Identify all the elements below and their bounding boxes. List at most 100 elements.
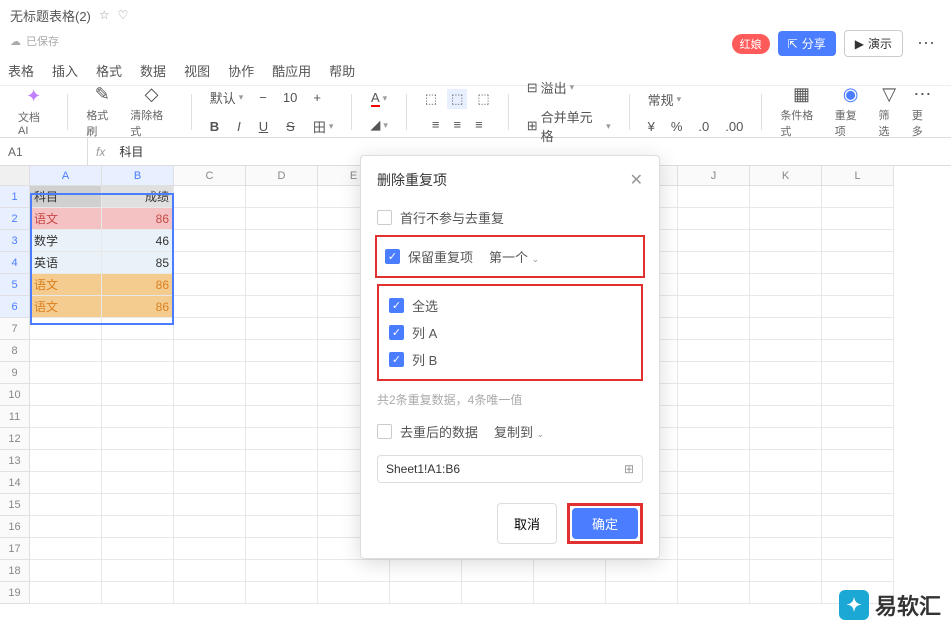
checkbox-col-b[interactable]: ✓ xyxy=(389,352,404,367)
row-header[interactable]: 14 xyxy=(0,472,30,494)
cell[interactable] xyxy=(174,230,246,252)
cell[interactable] xyxy=(174,252,246,274)
row-header[interactable]: 18 xyxy=(0,560,30,582)
dec-inc[interactable]: .0 xyxy=(694,117,713,136)
cell[interactable] xyxy=(750,252,822,274)
cell[interactable] xyxy=(678,296,750,318)
cell[interactable] xyxy=(822,516,894,538)
cell[interactable] xyxy=(102,472,174,494)
keep-select[interactable]: 第一个 ⌄ xyxy=(489,247,539,266)
cell[interactable] xyxy=(606,582,678,604)
cell[interactable] xyxy=(318,582,390,604)
cell[interactable] xyxy=(678,252,750,274)
cell[interactable] xyxy=(678,538,750,560)
cell[interactable] xyxy=(822,252,894,274)
cell[interactable] xyxy=(750,516,822,538)
cell[interactable] xyxy=(174,318,246,340)
cell[interactable] xyxy=(174,450,246,472)
cell[interactable] xyxy=(246,472,318,494)
cell[interactable] xyxy=(822,472,894,494)
cell[interactable] xyxy=(678,384,750,406)
cell[interactable] xyxy=(246,318,318,340)
cell[interactable] xyxy=(534,582,606,604)
cell[interactable] xyxy=(246,296,318,318)
row-header[interactable]: 11 xyxy=(0,406,30,428)
format-brush-button[interactable]: ✎格式刷 xyxy=(82,83,122,141)
cell[interactable] xyxy=(678,186,750,208)
cell[interactable] xyxy=(246,340,318,362)
cell-ref[interactable]: A1 xyxy=(0,138,88,165)
cell[interactable] xyxy=(174,494,246,516)
cell[interactable] xyxy=(30,516,102,538)
cell[interactable] xyxy=(822,186,894,208)
cell[interactable] xyxy=(822,406,894,428)
cell[interactable] xyxy=(678,340,750,362)
cell[interactable] xyxy=(750,340,822,362)
cell[interactable] xyxy=(750,450,822,472)
cell[interactable] xyxy=(822,450,894,472)
cell[interactable] xyxy=(246,186,318,208)
row-header[interactable]: 3 xyxy=(0,230,30,252)
cell[interactable] xyxy=(174,362,246,384)
overflow-button[interactable]: ⊟ 溢出▾ xyxy=(523,76,578,99)
filter-button[interactable]: ▽筛选 xyxy=(875,83,904,141)
fx-icon[interactable]: fx xyxy=(88,145,113,159)
cell[interactable] xyxy=(174,186,246,208)
row-header[interactable]: 9 xyxy=(0,362,30,384)
align-bot[interactable]: ⬚ xyxy=(473,89,493,109)
cancel-button[interactable]: 取消 xyxy=(497,503,557,544)
cell[interactable] xyxy=(390,560,462,582)
size-plus[interactable]: + xyxy=(309,86,325,109)
cell[interactable] xyxy=(750,428,822,450)
cell[interactable] xyxy=(174,406,246,428)
cell[interactable] xyxy=(822,230,894,252)
align-right[interactable]: ≡ xyxy=(471,115,487,134)
row-header[interactable]: 19 xyxy=(0,582,30,604)
more-button[interactable]: ⋯更多 xyxy=(908,83,937,141)
ok-button[interactable]: 确定 xyxy=(572,508,638,539)
cell[interactable] xyxy=(750,494,822,516)
row-header[interactable]: 16 xyxy=(0,516,30,538)
cell[interactable] xyxy=(750,296,822,318)
cell[interactable] xyxy=(246,582,318,604)
menu-help[interactable]: 帮助 xyxy=(329,61,355,80)
menu-insert[interactable]: 插入 xyxy=(52,61,78,80)
cell[interactable] xyxy=(102,538,174,560)
cell[interactable] xyxy=(750,208,822,230)
close-icon[interactable]: ✕ xyxy=(630,170,643,190)
cell[interactable] xyxy=(678,428,750,450)
cell[interactable] xyxy=(246,516,318,538)
docai-button[interactable]: ✦文档AI xyxy=(14,85,53,139)
cell[interactable] xyxy=(174,296,246,318)
row-header[interactable]: 8 xyxy=(0,340,30,362)
cell[interactable] xyxy=(246,274,318,296)
row-header[interactable]: 7 xyxy=(0,318,30,340)
cell[interactable] xyxy=(822,560,894,582)
checkbox-all[interactable]: ✓ xyxy=(389,298,404,313)
cell[interactable] xyxy=(174,340,246,362)
cell[interactable] xyxy=(678,516,750,538)
row-header[interactable]: 17 xyxy=(0,538,30,560)
cell[interactable] xyxy=(30,538,102,560)
more-icon[interactable]: ⋯ xyxy=(911,33,941,54)
cell[interactable] xyxy=(822,296,894,318)
cell[interactable] xyxy=(822,538,894,560)
currency-button[interactable]: ¥ xyxy=(644,117,659,136)
cell[interactable] xyxy=(174,582,246,604)
cell[interactable] xyxy=(678,472,750,494)
col-header[interactable]: J xyxy=(678,166,750,186)
cell[interactable] xyxy=(678,274,750,296)
merge-button[interactable]: ⊞ 合并单元格▾ xyxy=(523,105,615,147)
cell[interactable] xyxy=(246,560,318,582)
row-header[interactable]: 15 xyxy=(0,494,30,516)
cell[interactable] xyxy=(174,274,246,296)
cell[interactable] xyxy=(174,516,246,538)
menu-apps[interactable]: 酷应用 xyxy=(272,61,311,80)
numfmt-button[interactable]: 常规▾ xyxy=(644,88,686,111)
strike-button[interactable]: S xyxy=(282,115,299,138)
cell[interactable] xyxy=(822,428,894,450)
cell[interactable] xyxy=(246,208,318,230)
cell[interactable] xyxy=(30,560,102,582)
cell[interactable] xyxy=(246,450,318,472)
cell[interactable] xyxy=(678,406,750,428)
